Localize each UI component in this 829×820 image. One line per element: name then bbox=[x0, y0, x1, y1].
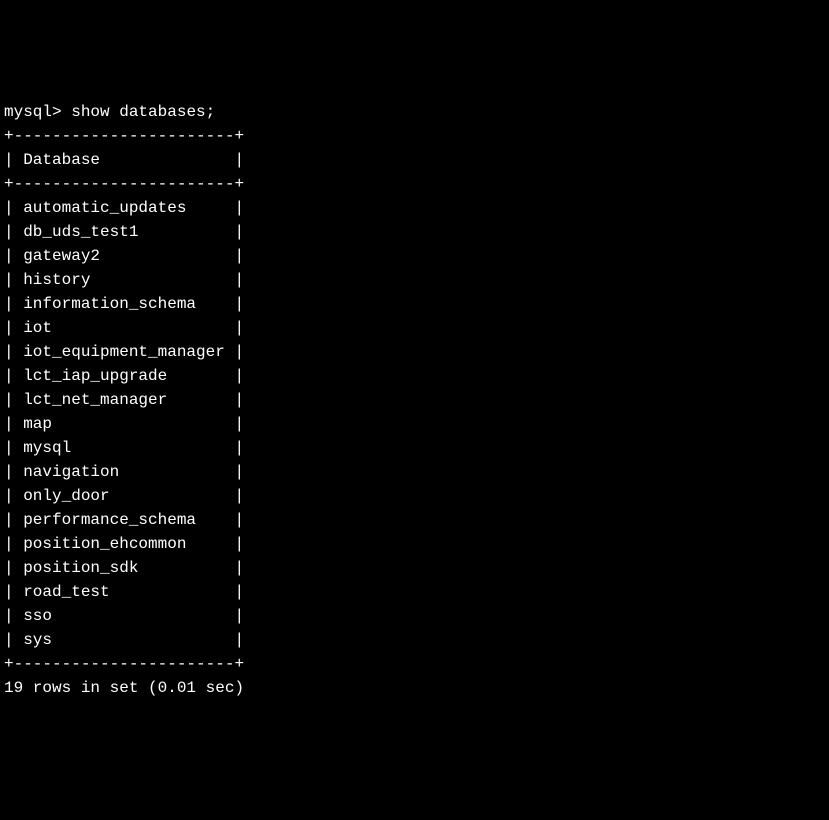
table-row: | lct_net_manager | bbox=[4, 388, 825, 412]
sql-command: show databases; bbox=[71, 103, 215, 121]
table-border-middle: +-----------------------+ bbox=[4, 172, 825, 196]
table-row: | db_uds_test1 | bbox=[4, 220, 825, 244]
table-row: | navigation | bbox=[4, 460, 825, 484]
table-row: | iot | bbox=[4, 316, 825, 340]
table-row: | history | bbox=[4, 268, 825, 292]
terminal-output[interactable]: mysql> show databases;+-----------------… bbox=[4, 100, 825, 700]
table-row: | lct_iap_upgrade | bbox=[4, 364, 825, 388]
table-row: | performance_schema | bbox=[4, 508, 825, 532]
table-row: | map | bbox=[4, 412, 825, 436]
table-row: | sys | bbox=[4, 628, 825, 652]
result-footer: 19 rows in set (0.01 sec) bbox=[4, 676, 825, 700]
table-border-top: +-----------------------+ bbox=[4, 124, 825, 148]
table-header-line: | Database | bbox=[4, 148, 825, 172]
table-rows-container: | automatic_updates || db_uds_test1 || g… bbox=[4, 196, 825, 652]
table-border-bottom: +-----------------------+ bbox=[4, 652, 825, 676]
table-row: | position_sdk | bbox=[4, 556, 825, 580]
table-row: | road_test | bbox=[4, 580, 825, 604]
table-row: | information_schema | bbox=[4, 292, 825, 316]
table-row: | gateway2 | bbox=[4, 244, 825, 268]
table-row: | position_ehcommon | bbox=[4, 532, 825, 556]
table-row: | iot_equipment_manager | bbox=[4, 340, 825, 364]
mysql-prompt: mysql> bbox=[4, 103, 71, 121]
table-row: | mysql | bbox=[4, 436, 825, 460]
table-row: | automatic_updates | bbox=[4, 196, 825, 220]
command-line: mysql> show databases; bbox=[4, 100, 825, 124]
table-row: | sso | bbox=[4, 604, 825, 628]
table-row: | only_door | bbox=[4, 484, 825, 508]
